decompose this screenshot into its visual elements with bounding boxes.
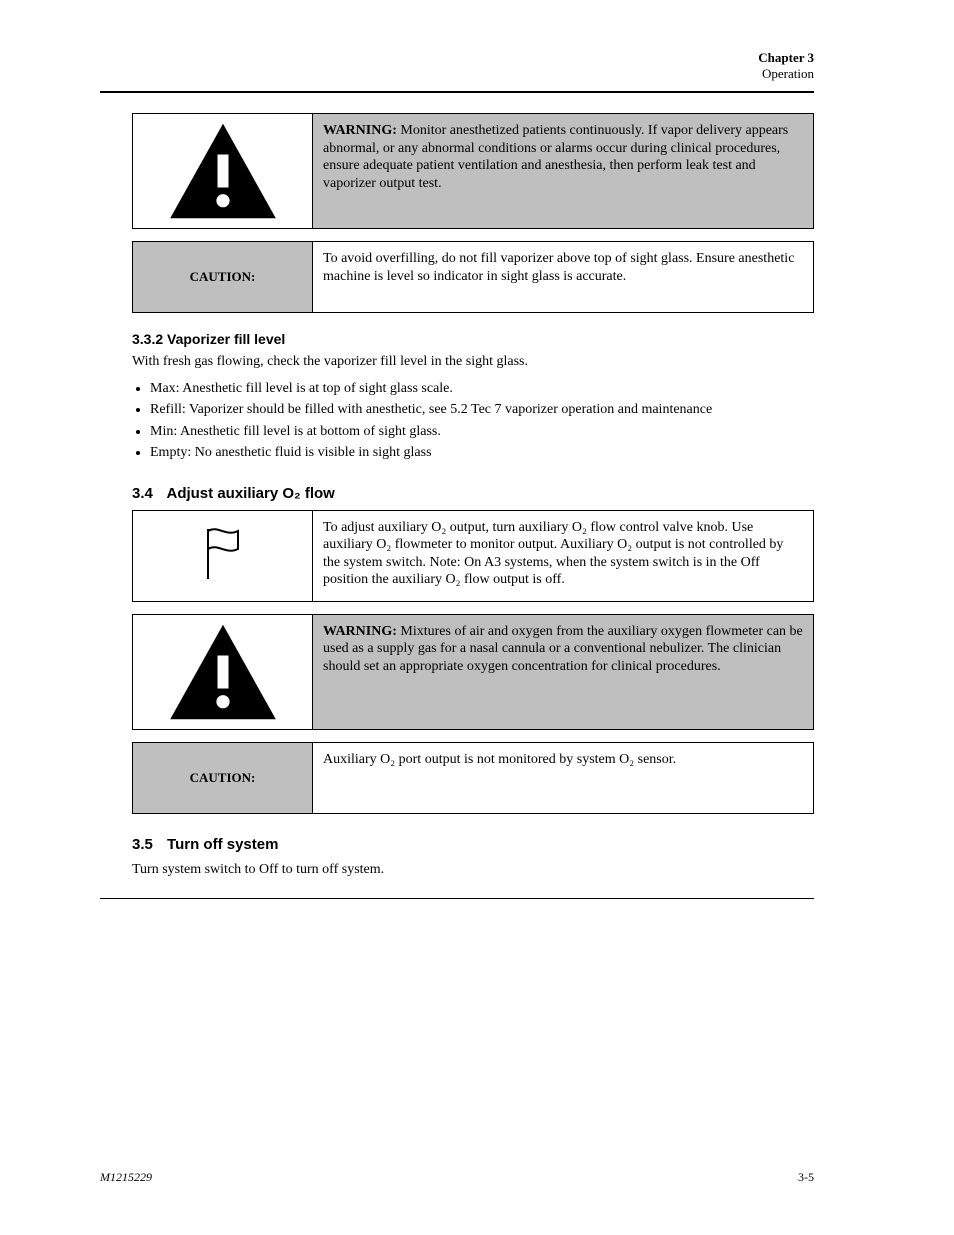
warning-callout: WARNING: Monitor anesthetized patients c… bbox=[132, 113, 814, 229]
page-header: Chapter 3 Operation bbox=[758, 50, 814, 81]
step-number-2: 3.5 bbox=[132, 836, 153, 853]
step-title: Adjust auxiliary O₂ flow bbox=[166, 485, 334, 502]
turnoff-text: Turn system switch to Off to turn off sy… bbox=[132, 861, 814, 879]
note-icon-cell bbox=[133, 511, 313, 601]
section-intro: With fresh gas flowing, check the vapori… bbox=[132, 353, 814, 371]
caution-body: To avoid overfilling, do not fill vapori… bbox=[313, 242, 813, 312]
caution-callout-2: CAUTION: Auxiliary O₂ port output is not… bbox=[132, 742, 814, 814]
note-body: To adjust auxiliary O₂ output, turn auxi… bbox=[313, 511, 813, 601]
chapter-title: Operation bbox=[762, 66, 814, 81]
list-item: Refill: Vaporizer should be filled with … bbox=[150, 400, 814, 420]
step-number: 3.4 bbox=[132, 485, 153, 502]
step-title-2: Turn off system bbox=[167, 836, 278, 853]
page-footer: M1215229 3-5 bbox=[100, 1170, 814, 1185]
chapter-number: Chapter 3 bbox=[758, 50, 814, 65]
caution-label-cell-2: CAUTION: bbox=[133, 743, 313, 813]
header-rule bbox=[100, 91, 814, 93]
flag-icon bbox=[198, 525, 248, 586]
warning-heading-2: WARNING: bbox=[323, 624, 397, 639]
caution-body-2: Auxiliary O₂ port output is not monitore… bbox=[313, 743, 813, 813]
caution-label-2: CAUTION: bbox=[190, 770, 256, 786]
caution-callout: CAUTION: To avoid overfilling, do not fi… bbox=[132, 241, 814, 313]
warning-heading: WARNING: bbox=[323, 123, 397, 138]
warning-triangle-icon bbox=[168, 622, 278, 722]
doc-reference: M1215229 bbox=[100, 1170, 152, 1184]
warning-icon-cell bbox=[133, 114, 313, 228]
warning-callout-2: WARNING: Mixtures of air and oxygen from… bbox=[132, 614, 814, 730]
caution-label: CAUTION: bbox=[190, 269, 256, 285]
step-heading-turnoff: 3.5 Turn off system bbox=[132, 836, 814, 853]
warning-icon-cell-2 bbox=[133, 615, 313, 729]
warning-text-2: WARNING: Mixtures of air and oxygen from… bbox=[313, 615, 813, 729]
step-heading-aux-o2: 3.4 Adjust auxiliary O₂ flow bbox=[132, 485, 814, 502]
caution-label-cell: CAUTION: bbox=[133, 242, 313, 312]
list-item: Empty: No anesthetic fluid is visible in… bbox=[150, 443, 814, 463]
page-number: 3-5 bbox=[798, 1170, 814, 1185]
warning-triangle-icon bbox=[168, 121, 278, 221]
warning-text: WARNING: Monitor anesthetized patients c… bbox=[313, 114, 813, 228]
section-title-vaporizer: 3.3.2 Vaporizer fill level bbox=[132, 331, 814, 347]
fill-level-list: Max: Anesthetic fill level is at top of … bbox=[150, 379, 814, 463]
note-callout: To adjust auxiliary O₂ output, turn auxi… bbox=[132, 510, 814, 602]
list-item: Max: Anesthetic fill level is at top of … bbox=[150, 379, 814, 399]
list-item: Min: Anesthetic fill level is at bottom … bbox=[150, 422, 814, 442]
footer-rule bbox=[100, 898, 814, 899]
